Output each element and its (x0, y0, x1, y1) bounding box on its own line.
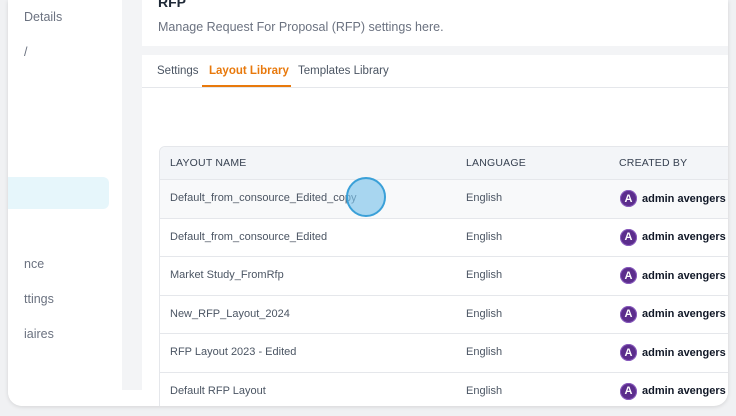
sidebar-item-details[interactable]: Details (24, 10, 62, 24)
table-row[interactable]: New_RFP_Layout_2024 English A admin aven… (160, 296, 728, 334)
cursor-indicator (346, 177, 386, 217)
language-cell: English (466, 346, 503, 358)
sidebar: Details / nce ttings iaires (8, 0, 122, 406)
table-row[interactable]: Default_from_consource_Edited English A … (160, 219, 728, 257)
table-row[interactable]: Market Study_FromRfp English A admin ave… (160, 257, 728, 296)
creator-name: admin avengers (642, 385, 726, 397)
creator-name: admin avengers (642, 346, 726, 359)
layouts-table: LAYOUT NAME LANGUAGE CREATED BY Default_… (159, 146, 728, 406)
tab-bar: Settings Layout Library Templates Librar… (142, 55, 728, 88)
created-by-cell: A admin avengers (620, 382, 726, 400)
created-by-cell: A admin avengers (620, 344, 726, 361)
language-cell: English (466, 230, 503, 243)
sidebar-item-4[interactable]: nce (24, 257, 44, 271)
sidebar-item-label: iaires (24, 327, 54, 341)
sidebar-item-active[interactable] (8, 177, 109, 209)
column-header-language[interactable]: LANGUAGE (466, 157, 526, 169)
table-row[interactable]: RFP Layout 2023 - Edited English A admin… (160, 334, 728, 373)
sidebar-item-label: nce (24, 257, 45, 271)
created-by-cell: A admin avengers (620, 267, 726, 284)
avatar: A (620, 190, 637, 207)
layout-library-card: Settings Layout Library Templates Librar… (142, 55, 728, 406)
avatar: A (620, 344, 637, 361)
language-cell: English (466, 269, 503, 281)
language-cell: English (466, 307, 503, 320)
table-row[interactable]: Default_from_consource_Edited_copy Engli… (160, 180, 728, 219)
avatar: A (620, 267, 637, 284)
sidebar-item-label: / (24, 45, 28, 59)
page-subtitle: Manage Request For Proposal (RFP) settin… (158, 20, 444, 34)
creator-name: admin avengers (642, 192, 726, 205)
column-header-layout-name[interactable]: LAYOUT NAME (170, 157, 247, 169)
created-by-cell: A admin avengers (620, 305, 726, 323)
page-title: RFP (158, 0, 186, 10)
active-tab-indicator (202, 85, 291, 87)
content-area: RFP Manage Request For Proposal (RFP) se… (122, 0, 728, 406)
table-header: LAYOUT NAME LANGUAGE CREATED BY (160, 147, 728, 180)
language-cell: English (466, 384, 503, 397)
sidebar-item-label: ttings (24, 292, 54, 306)
layout-name-cell: Market Study_FromRfp (170, 269, 284, 281)
language-cell: English (466, 192, 503, 204)
sidebar-item-2[interactable]: / (24, 45, 27, 59)
tab-templates-library[interactable]: Templates Library (298, 65, 389, 77)
sidebar-item-questionnaires[interactable]: iaires (24, 327, 54, 341)
avatar: A (620, 228, 637, 246)
tab-layout-library[interactable]: Layout Library (209, 65, 289, 77)
avatar: A (620, 305, 637, 323)
layout-name-cell: Default_from_consource_Edited (170, 230, 328, 243)
sidebar-item-settings[interactable]: ttings (24, 292, 54, 306)
creator-name: admin avengers (642, 269, 726, 282)
created-by-cell: A admin avengers (620, 228, 726, 246)
tab-settings[interactable]: Settings (157, 65, 199, 77)
table-row[interactable]: Default RFP Layout English A admin aveng… (160, 373, 728, 407)
layout-name-cell: RFP Layout 2023 - Edited (170, 346, 297, 358)
sidebar-item-label: Details (24, 10, 63, 24)
avatar: A (620, 382, 637, 400)
creator-name: admin avengers (642, 231, 726, 243)
created-by-cell: A admin avengers (620, 190, 726, 207)
column-header-created-by[interactable]: CREATED BY (619, 157, 687, 169)
page-header: RFP Manage Request For Proposal (RFP) se… (142, 0, 728, 46)
layout-name-cell: Default RFP Layout (170, 384, 266, 397)
layout-name-cell: Default_from_consource_Edited_copy (170, 192, 357, 204)
creator-name: admin avengers (642, 308, 726, 320)
layout-name-cell: New_RFP_Layout_2024 (170, 307, 290, 320)
